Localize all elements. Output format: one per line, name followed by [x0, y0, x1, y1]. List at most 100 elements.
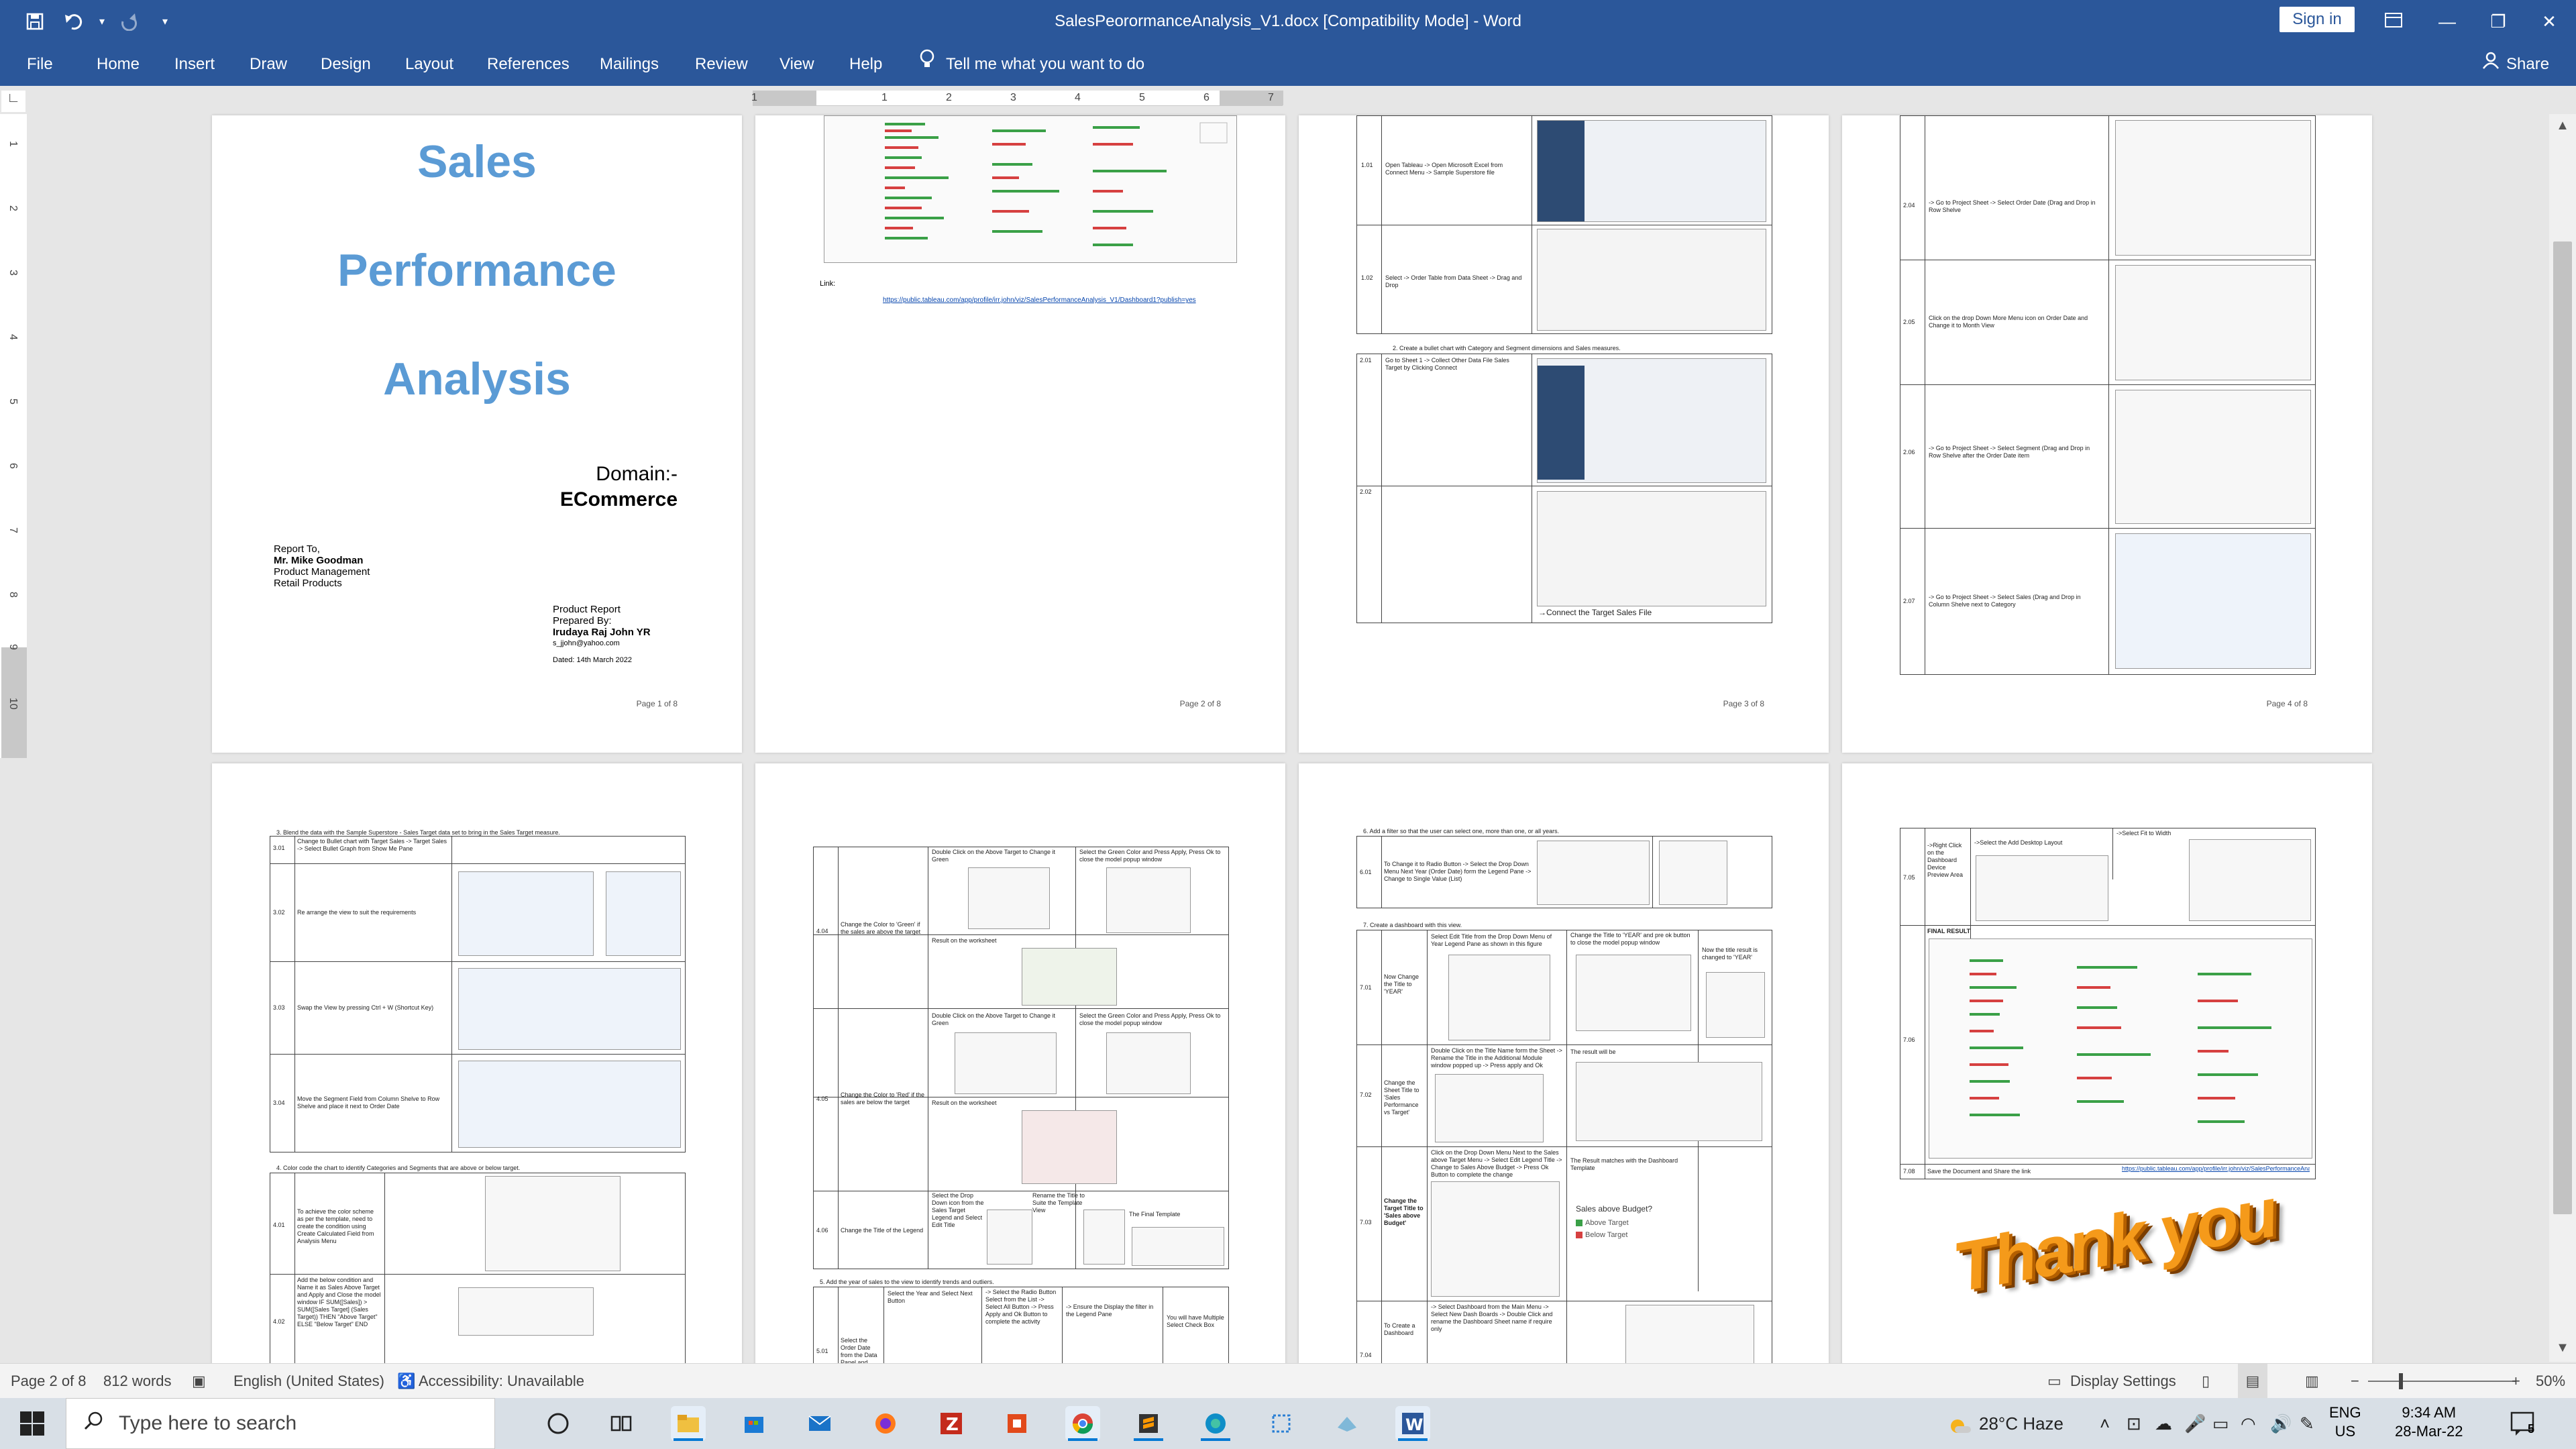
report-to-dept: Product Management [274, 566, 370, 578]
minimize-icon[interactable]: — [2418, 0, 2477, 43]
zoom-in-icon[interactable]: + [2512, 1364, 2520, 1399]
tab-selector[interactable]: ∟ [1, 91, 25, 112]
file-explorer-icon[interactable] [671, 1406, 706, 1441]
step-text: -> Go to Project Sheet -> Select Sales (… [1929, 594, 2081, 608]
firefox-icon[interactable] [868, 1406, 903, 1441]
step-col5: You will have Multiple Select Check Box [1167, 1314, 1224, 1328]
microphone-icon[interactable]: 🎤 [2184, 1398, 2206, 1449]
display-settings-icon[interactable]: ▭ [2047, 1364, 2061, 1399]
ruler-tick: 9 [7, 644, 19, 650]
task-view-icon[interactable] [604, 1406, 639, 1441]
page-2[interactable]: Link: https://public.tableau.com/app/pro… [755, 115, 1285, 753]
chrome-icon[interactable] [1065, 1406, 1100, 1441]
step-col4: The Final Template [1129, 1211, 1181, 1218]
scroll-down-icon[interactable]: ▼ [2553, 1340, 2572, 1359]
tab-layout[interactable]: Layout [405, 43, 453, 86]
weather-icon[interactable] [1948, 1398, 1972, 1449]
tableau-link[interactable]: https://public.tableau.com/app/profile/i… [883, 297, 1205, 304]
input-language-indicator[interactable]: ENG US [2329, 1403, 2361, 1441]
status-bar: Page 2 of 8 812 words ▣ English (United … [0, 1363, 2576, 1399]
proofing-icon[interactable]: ▣ [192, 1364, 206, 1399]
sign-in-button[interactable]: Sign in [2279, 7, 2355, 32]
notifications-icon[interactable]: 5 [2509, 1409, 2538, 1438]
step-text: Go to Sheet 1 -> Collect Other Data File… [1385, 357, 1509, 371]
accessibility-icon[interactable]: ♿ [397, 1364, 415, 1399]
scroll-up-icon[interactable]: ▲ [2553, 118, 2572, 137]
legend-item-label: Above Target [1585, 1219, 1629, 1227]
windows-start-icon[interactable] [0, 1398, 64, 1449]
tab-insert[interactable]: Insert [174, 43, 215, 86]
word-icon[interactable]: W [1395, 1406, 1430, 1441]
clock[interactable]: 9:34 AM 28-Mar-22 [2395, 1403, 2463, 1441]
tableau-link[interactable]: https://public.tableau.com/app/profile/i… [2122, 1165, 2310, 1173]
page-5[interactable]: 3. Blend the data with the Sample Supers… [212, 763, 742, 1367]
tab-home[interactable]: Home [97, 43, 140, 86]
mail-icon[interactable] [802, 1406, 837, 1441]
step-text: Now Change the Title to 'YEAR' [1384, 973, 1419, 995]
page-7[interactable]: 6. Add a filter so that the user can sel… [1299, 763, 1829, 1367]
taskbar-search-box[interactable]: Type here to search [66, 1398, 495, 1449]
pen-icon[interactable]: ✎ [2300, 1398, 2314, 1449]
tab-review[interactable]: Review [695, 43, 748, 86]
close-icon[interactable]: ✕ [2520, 0, 2576, 43]
redo-icon[interactable] [113, 7, 142, 36]
edge-icon[interactable] [1198, 1406, 1233, 1441]
cloud-icon[interactable]: ☁ [2155, 1398, 2172, 1449]
weather-label[interactable]: 28°C Haze [1979, 1398, 2063, 1449]
snipping-icon[interactable] [1264, 1406, 1299, 1441]
step-text: Add the below condition and Name it as S… [297, 1277, 381, 1328]
page-4[interactable]: 2.04 -> Go to Project Sheet -> Select Or… [1842, 115, 2372, 753]
segment-move-screenshot [458, 1061, 681, 1148]
tab-references[interactable]: References [487, 43, 570, 86]
scrollbar-thumb[interactable] [2553, 241, 2572, 1214]
page-1[interactable]: Sales Performance Analysis Domain:- ECom… [212, 115, 742, 753]
tab-mailings[interactable]: Mailings [600, 43, 659, 86]
volume-icon[interactable]: 🔊 [2270, 1398, 2292, 1449]
display-settings-label[interactable]: Display Settings [2070, 1364, 2176, 1399]
save-icon[interactable] [20, 7, 50, 36]
step-col2: ->Select the Add Desktop Layout [1974, 839, 2063, 846]
edit-title-screenshot [987, 1210, 1032, 1265]
edit-title-dialog-screenshot [1576, 955, 1691, 1031]
read-mode-icon[interactable]: ▯ [2202, 1364, 2210, 1399]
office-icon[interactable] [1000, 1406, 1034, 1441]
zoom-slider-thumb[interactable] [2398, 1373, 2403, 1389]
page-number: Page 3 of 8 [1723, 699, 1764, 708]
folder-icon[interactable] [1330, 1406, 1364, 1441]
ribbon-display-options-icon[interactable] [2364, 0, 2423, 43]
word-count-status[interactable]: 812 words [103, 1364, 172, 1399]
web-layout-icon[interactable]: ▥ [2305, 1364, 2319, 1399]
tab-view[interactable]: View [780, 43, 814, 86]
sublime-icon[interactable] [1131, 1406, 1166, 1441]
step-text: Move the Segment Field from Column Shelv… [297, 1095, 440, 1110]
share-button[interactable]: Share [2482, 43, 2549, 86]
restore-icon[interactable]: ❐ [2469, 0, 2528, 43]
show-me-screenshot [606, 871, 681, 956]
wifi-icon[interactable]: ◠ [2241, 1398, 2256, 1449]
step-id: 4.06 [816, 1227, 828, 1234]
page-6[interactable]: 4.04 Change the Color to 'Green' if the … [755, 763, 1285, 1367]
store-icon[interactable] [737, 1406, 771, 1441]
tab-help[interactable]: Help [849, 43, 882, 86]
accessibility-status[interactable]: Accessibility: Unavailable [419, 1364, 584, 1399]
page-count-status[interactable]: Page 2 of 8 [11, 1364, 87, 1399]
customize-quick-access-icon[interactable]: ▾ [150, 7, 180, 36]
undo-icon[interactable] [59, 7, 89, 36]
vpn-icon[interactable]: ⊡ [2127, 1398, 2141, 1449]
battery-icon[interactable]: ▭ [2212, 1398, 2229, 1449]
zoom-slider[interactable] [2368, 1381, 2516, 1382]
page-3[interactable]: 1.01 Open Tableau -> Open Microsoft Exce… [1299, 115, 1829, 753]
filezilla-icon[interactable]: Z [934, 1406, 969, 1441]
tab-design[interactable]: Design [321, 43, 371, 86]
zoom-level[interactable]: 50% [2536, 1364, 2565, 1399]
zoom-out-icon[interactable]: − [2351, 1364, 2359, 1399]
ruler-tick: 2 [7, 205, 19, 211]
show-hidden-icons[interactable]: ˄ [2100, 1398, 2110, 1449]
tab-draw[interactable]: Draw [250, 43, 287, 86]
tab-file[interactable]: File [27, 43, 53, 86]
language-status[interactable]: English (United States) [233, 1364, 384, 1399]
cortana-icon[interactable] [541, 1406, 576, 1441]
tell-me-box[interactable]: Tell me what you want to do [919, 43, 1144, 86]
print-layout-icon[interactable]: ▤ [2238, 1364, 2267, 1399]
svg-text:Z: Z [946, 1415, 959, 1435]
